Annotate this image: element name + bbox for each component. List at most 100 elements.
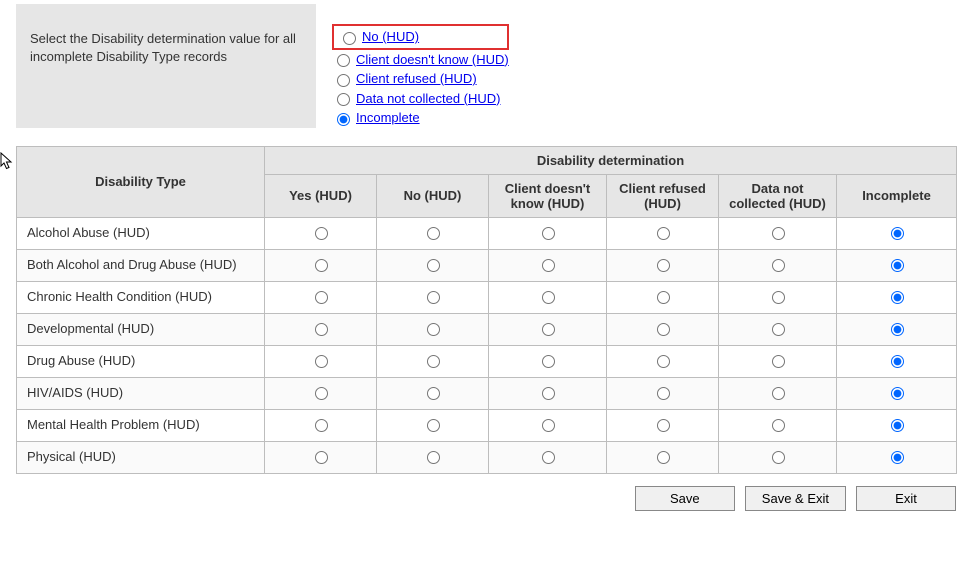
- row-radio[interactable]: [891, 451, 904, 464]
- exit-button[interactable]: Exit: [856, 486, 956, 511]
- radio-cell: [837, 441, 957, 473]
- radio-cell: [489, 441, 607, 473]
- row-radio[interactable]: [427, 227, 440, 240]
- selector-radio-2[interactable]: [337, 74, 350, 87]
- row-radio[interactable]: [657, 323, 670, 336]
- row-radio[interactable]: [315, 355, 328, 368]
- row-radio[interactable]: [772, 451, 785, 464]
- selector-radio-1[interactable]: [337, 54, 350, 67]
- selector-link-1[interactable]: Client doesn't know (HUD): [356, 50, 509, 70]
- row-radio[interactable]: [315, 323, 328, 336]
- radio-cell: [265, 377, 377, 409]
- radio-cell: [377, 249, 489, 281]
- save-button[interactable]: Save: [635, 486, 735, 511]
- radio-cell: [489, 281, 607, 313]
- row-radio[interactable]: [427, 259, 440, 272]
- row-radio[interactable]: [427, 387, 440, 400]
- row-radio[interactable]: [542, 419, 555, 432]
- row-radio[interactable]: [657, 387, 670, 400]
- radio-cell: [719, 441, 837, 473]
- radio-cell: [607, 313, 719, 345]
- radio-cell: [837, 377, 957, 409]
- row-radio[interactable]: [427, 451, 440, 464]
- selector-link-3[interactable]: Data not collected (HUD): [356, 89, 501, 109]
- table-row: Both Alcohol and Drug Abuse (HUD): [17, 249, 957, 281]
- row-label: Drug Abuse (HUD): [17, 345, 265, 377]
- radio-cell: [265, 217, 377, 249]
- row-radio[interactable]: [542, 355, 555, 368]
- radio-cell: [265, 409, 377, 441]
- save-exit-button[interactable]: Save & Exit: [745, 486, 846, 511]
- row-label: Physical (HUD): [17, 441, 265, 473]
- row-radio[interactable]: [772, 419, 785, 432]
- row-radio[interactable]: [427, 419, 440, 432]
- row-radio[interactable]: [315, 227, 328, 240]
- row-radio[interactable]: [542, 259, 555, 272]
- row-radio[interactable]: [542, 451, 555, 464]
- row-radio[interactable]: [772, 387, 785, 400]
- row-radio[interactable]: [657, 227, 670, 240]
- selector-link-2[interactable]: Client refused (HUD): [356, 69, 477, 89]
- table-row: Chronic Health Condition (HUD): [17, 281, 957, 313]
- row-radio[interactable]: [891, 323, 904, 336]
- row-radio[interactable]: [427, 291, 440, 304]
- row-radio[interactable]: [315, 451, 328, 464]
- row-radio[interactable]: [542, 387, 555, 400]
- table-row: Developmental (HUD): [17, 313, 957, 345]
- row-radio[interactable]: [772, 259, 785, 272]
- selector-radio-4[interactable]: [337, 113, 350, 126]
- row-radio[interactable]: [315, 419, 328, 432]
- row-label: Alcohol Abuse (HUD): [17, 217, 265, 249]
- row-radio[interactable]: [772, 227, 785, 240]
- row-radio[interactable]: [891, 419, 904, 432]
- radio-cell: [607, 281, 719, 313]
- row-radio[interactable]: [315, 291, 328, 304]
- row-radio[interactable]: [891, 227, 904, 240]
- row-radio[interactable]: [657, 291, 670, 304]
- row-radio[interactable]: [772, 291, 785, 304]
- row-radio[interactable]: [891, 291, 904, 304]
- radio-cell: [719, 281, 837, 313]
- row-radio[interactable]: [315, 387, 328, 400]
- radio-cell: [837, 281, 957, 313]
- row-radio[interactable]: [891, 259, 904, 272]
- row-radio[interactable]: [542, 227, 555, 240]
- radio-cell: [837, 345, 957, 377]
- row-radio[interactable]: [657, 259, 670, 272]
- group-header: Disability determination: [265, 146, 957, 174]
- row-radio[interactable]: [891, 355, 904, 368]
- action-buttons: Save Save & Exit Exit: [4, 486, 956, 511]
- selector-radio-3[interactable]: [337, 93, 350, 106]
- row-radio[interactable]: [657, 355, 670, 368]
- col-header-4: Data not collected (HUD): [719, 174, 837, 217]
- col-header-5: Incomplete: [837, 174, 957, 217]
- selector-option-0[interactable]: No (HUD): [332, 24, 509, 50]
- row-header: Disability Type: [17, 146, 265, 217]
- row-radio[interactable]: [891, 387, 904, 400]
- disability-table: Disability Type Disability determination…: [16, 146, 957, 474]
- top-selector-panel: Select the Disability determination valu…: [4, 4, 964, 128]
- selector-option-1[interactable]: Client doesn't know (HUD): [332, 50, 509, 70]
- selector-option-3[interactable]: Data not collected (HUD): [332, 89, 509, 109]
- radio-cell: [377, 441, 489, 473]
- row-radio[interactable]: [657, 419, 670, 432]
- row-radio[interactable]: [427, 323, 440, 336]
- row-radio[interactable]: [772, 323, 785, 336]
- row-radio[interactable]: [427, 355, 440, 368]
- row-label: Chronic Health Condition (HUD): [17, 281, 265, 313]
- row-radio[interactable]: [542, 323, 555, 336]
- selector-option-2[interactable]: Client refused (HUD): [332, 69, 509, 89]
- row-radio[interactable]: [542, 291, 555, 304]
- selector-options-group: No (HUD) Client doesn't know (HUD)Client …: [332, 4, 509, 128]
- selector-radio-0[interactable]: [343, 32, 356, 45]
- row-label: Mental Health Problem (HUD): [17, 409, 265, 441]
- row-radio[interactable]: [772, 355, 785, 368]
- row-label: Developmental (HUD): [17, 313, 265, 345]
- selector-link-0[interactable]: No (HUD): [362, 27, 419, 47]
- selector-option-4[interactable]: Incomplete: [332, 108, 509, 128]
- row-radio[interactable]: [657, 451, 670, 464]
- selector-link-4[interactable]: Incomplete: [356, 108, 420, 128]
- row-radio[interactable]: [315, 259, 328, 272]
- row-label: HIV/AIDS (HUD): [17, 377, 265, 409]
- col-header-1: No (HUD): [377, 174, 489, 217]
